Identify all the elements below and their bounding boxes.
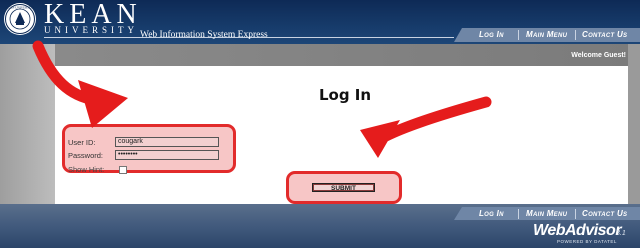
left-gutter <box>0 44 55 204</box>
webadvisor-logo: WebAdvisor <box>533 222 622 239</box>
nav-divider <box>518 209 519 219</box>
nav-log-in[interactable]: Log In <box>479 29 504 41</box>
nav-divider <box>518 30 519 40</box>
university-seal-icon: KEAN UNIVERSITY <box>4 3 36 35</box>
app-subtitle: Web Information System Express <box>140 30 268 40</box>
footer-nav-log-in[interactable]: Log In <box>479 208 504 220</box>
nav-divider <box>575 30 576 40</box>
welcome-message: Welcome Guest! <box>571 52 626 59</box>
page-title: Log In <box>318 86 372 104</box>
brand-subname: UNIVERSITY <box>44 25 138 35</box>
submit-button[interactable]: SUBMIT <box>312 183 375 192</box>
user-id-input[interactable] <box>115 137 219 147</box>
footer-nav-contact-us[interactable]: Contact Us <box>582 208 627 220</box>
nav-contact-us[interactable]: Contact Us <box>582 29 627 41</box>
nav-main-menu[interactable]: Main Menu <box>526 29 567 41</box>
welcome-bar <box>55 44 628 66</box>
show-hint-label: Show Hint: <box>68 165 105 174</box>
webadvisor-version: 3.1 <box>616 230 626 237</box>
footer-nav-main-menu[interactable]: Main Menu <box>526 208 567 220</box>
user-id-label: User ID: <box>68 138 96 147</box>
powered-by-text: POWERED BY DATATEL <box>557 239 617 244</box>
nav-divider <box>575 209 576 219</box>
show-hint-checkbox[interactable] <box>119 166 127 174</box>
right-gutter <box>628 44 640 204</box>
password-input[interactable] <box>115 150 219 160</box>
seal-text: KEAN UNIVERSITY <box>6 6 35 10</box>
password-label: Password: <box>68 151 104 160</box>
